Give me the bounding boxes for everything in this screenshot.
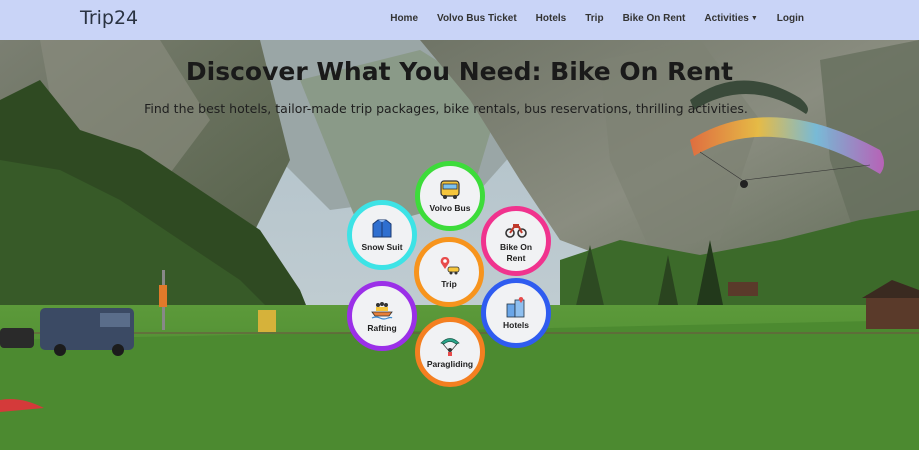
nav-trip[interactable]: Trip [585, 13, 603, 24]
rafting-button[interactable]: Rafting [347, 281, 417, 351]
volvo-bus-label: Volvo Bus [429, 202, 471, 213]
hotels-button[interactable]: Hotels [481, 278, 551, 348]
hero-title: Discover What You Need: Bike On Rent [185, 57, 734, 86]
chevron-down-icon: ▼ [750, 15, 758, 22]
map-pin-car-icon [440, 256, 460, 274]
nav-activities[interactable]: Activities ▼ [704, 13, 757, 24]
snow-suit-button[interactable]: Snow Suit [347, 200, 417, 270]
trip-button[interactable]: Trip [414, 237, 484, 307]
nav-hotels[interactable]: Hotels [536, 13, 567, 24]
nav-activities-label: Activities [704, 13, 749, 24]
motorbike-icon [505, 224, 527, 238]
paragliding-button[interactable]: Paragliding [415, 317, 485, 387]
navbar: Trip24 Home Volvo Bus Ticket Hotels Trip… [0, 0, 919, 40]
nav-links: Home Volvo Bus Ticket Hotels Trip Bike O… [371, 13, 804, 24]
trip-label: Trip [441, 278, 457, 289]
jacket-icon [372, 219, 392, 237]
nav-login[interactable]: Login [777, 13, 804, 24]
bike-on-rent-button[interactable]: Bike On Rent [481, 206, 551, 276]
rafting-label: Rafting [367, 322, 397, 333]
hotels-label: Hotels [503, 319, 529, 330]
nav-home[interactable]: Home [390, 13, 418, 24]
hero-subtitle: Find the best hotels, tailor-made trip p… [144, 101, 748, 116]
bike-on-rent-label: Bike On Rent [499, 242, 533, 263]
paragliding-label: Paragliding [426, 358, 474, 369]
paraglider-icon [440, 337, 460, 356]
bus-icon [440, 179, 460, 199]
volvo-bus-button[interactable]: Volvo Bus [415, 161, 485, 231]
brand-logo[interactable]: Trip24 [80, 7, 138, 29]
nav-bike-on-rent[interactable]: Bike On Rent [623, 13, 686, 24]
buildings-icon [506, 296, 525, 317]
nav-volvo-bus-ticket[interactable]: Volvo Bus Ticket [437, 13, 517, 24]
snow-suit-label: Snow Suit [361, 241, 403, 252]
raft-icon [371, 301, 393, 320]
